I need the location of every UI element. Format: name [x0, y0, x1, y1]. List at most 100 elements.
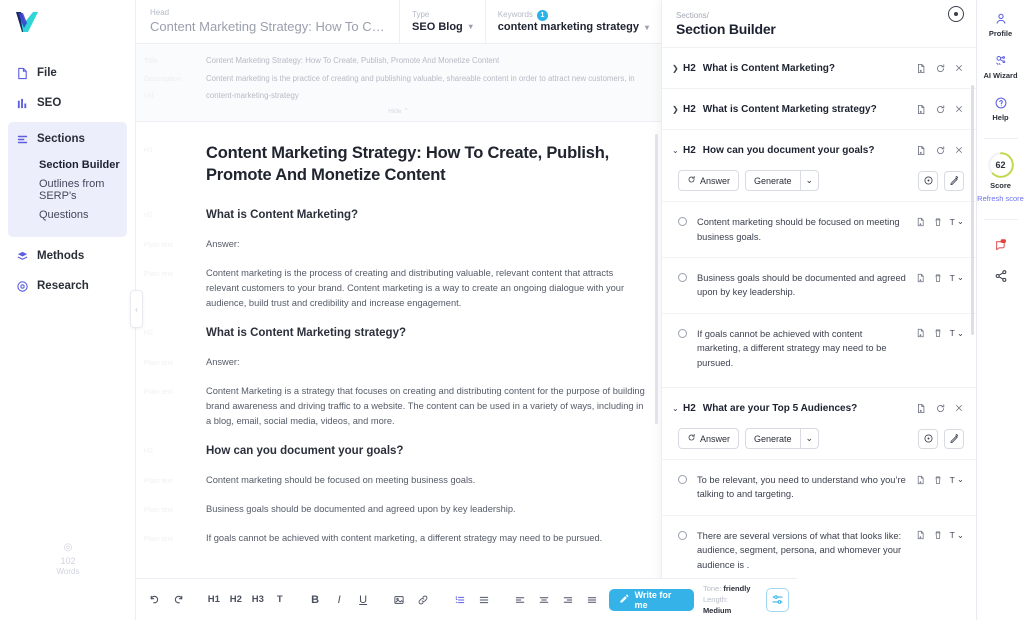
edit-pencil-icon[interactable]	[944, 428, 964, 449]
text-style-dropdown[interactable]: T ⌄	[950, 216, 964, 227]
refresh-icon[interactable]	[935, 104, 946, 115]
sidebar-item-file[interactable]: File	[0, 58, 135, 88]
answer-button[interactable]: Answer	[678, 428, 740, 450]
editor-block-p-answer-2[interactable]: Plain text Answer:	[136, 355, 661, 370]
sidebar-item-methods[interactable]: Methods	[0, 241, 135, 271]
chevron-down-icon[interactable]: ⌄	[672, 146, 683, 155]
brand-logo[interactable]	[0, 0, 135, 44]
sidebar-item-questions[interactable]: Questions	[8, 202, 127, 227]
insert-doc-icon[interactable]	[916, 273, 926, 283]
generate-dropdown-button[interactable]: ⌄	[799, 170, 820, 192]
chevron-right-icon[interactable]: ❯	[672, 105, 683, 114]
refresh-score-link[interactable]: Refresh score	[977, 194, 1024, 203]
score-widget[interactable]: 62 Score Refresh score	[977, 151, 1024, 203]
redo-icon[interactable]	[168, 589, 189, 610]
remove-icon[interactable]	[954, 145, 964, 155]
bullet-item[interactable]: Content marketing should be focused on m…	[662, 201, 976, 257]
share-button[interactable]	[977, 267, 1024, 284]
sidebar-item-section-builder[interactable]: Section Builder	[8, 152, 127, 177]
editor-block-p-2[interactable]: Plain text Content Marketing is a strate…	[136, 384, 661, 429]
sidebar-item-outlines-from-serps[interactable]: Outlines from SERP's	[8, 177, 127, 202]
editor-block-h1[interactable]: H1 Content Marketing Strategy: How To Cr…	[136, 142, 661, 187]
editor-block-p-3[interactable]: Plain text Content marketing should be f…	[136, 473, 661, 488]
delete-icon[interactable]	[933, 217, 943, 227]
ordered-list-icon[interactable]	[449, 589, 470, 610]
chevron-down-icon-keywords[interactable]: ▾	[645, 23, 649, 32]
underline-button[interactable]: U	[353, 589, 374, 610]
document-editor[interactable]: H1 Content Marketing Strategy: How To Cr…	[136, 122, 661, 561]
settings-sliders-icon[interactable]	[766, 587, 790, 612]
text-style-dropdown[interactable]: T ⌄	[950, 328, 964, 339]
insert-doc-icon[interactable]	[916, 63, 927, 74]
rail-item-profile[interactable]: Profile	[977, 10, 1024, 38]
italic-button[interactable]: I	[329, 589, 350, 610]
text-style-dropdown[interactable]: T ⌄	[950, 272, 964, 283]
chevron-down-icon[interactable]: ⌄	[672, 404, 683, 413]
delete-icon[interactable]	[933, 328, 943, 338]
notifications-button[interactable]	[977, 236, 1024, 253]
panel-scrollbar[interactable]	[971, 85, 974, 336]
editor-block-h2-2[interactable]: H2 What is Content Marketing strategy?	[136, 325, 661, 341]
heading-text-button[interactable]: T	[270, 589, 289, 610]
align-center-icon[interactable]	[534, 589, 555, 610]
head-field[interactable]: Head Content Marketing Strategy: How To …	[136, 0, 401, 44]
type-field[interactable]: Type SEO Blog ▾	[400, 0, 486, 44]
keywords-field[interactable]: Keywords 1 content marketing strategy ▾	[486, 0, 661, 44]
bullet-item[interactable]: To be relevant, you need to understand w…	[662, 459, 976, 515]
editor-block-p-answer-1[interactable]: Plain text Answer:	[136, 237, 661, 252]
refresh-icon[interactable]	[935, 63, 946, 74]
generate-button[interactable]: Generate	[745, 170, 800, 192]
editor-block-h2-3[interactable]: H2 How can you document your goals?	[136, 443, 661, 459]
rail-item-help[interactable]: Help	[977, 94, 1024, 122]
meta-row-url[interactable]: Url content-marketing-strategy	[136, 87, 661, 105]
editor-block-p-4[interactable]: Plain text Business goals should be docu…	[136, 502, 661, 517]
undo-icon[interactable]	[144, 589, 165, 610]
insert-doc-icon[interactable]	[916, 104, 927, 115]
bold-button[interactable]: B	[305, 589, 326, 610]
chevron-right-icon[interactable]: ❯	[672, 64, 683, 73]
delete-icon[interactable]	[933, 273, 943, 283]
heading-h2-button[interactable]: H2	[226, 589, 245, 610]
align-left-icon[interactable]	[510, 589, 531, 610]
generate-dropdown-button[interactable]: ⌄	[799, 428, 820, 450]
insert-doc-icon[interactable]	[916, 475, 926, 485]
generate-button[interactable]: Generate	[745, 428, 800, 450]
bullet-radio[interactable]	[678, 328, 687, 338]
heading-h1-button[interactable]: H1	[204, 589, 223, 610]
remove-icon[interactable]	[954, 63, 964, 73]
bullet-item[interactable]: Business goals should be documented and …	[662, 257, 976, 313]
insert-doc-icon[interactable]	[916, 217, 926, 227]
remove-icon[interactable]	[954, 104, 964, 114]
text-style-dropdown[interactable]: T ⌄	[950, 530, 964, 541]
bullet-item[interactable]: There are several versions of what that …	[662, 514, 976, 586]
bullet-radio[interactable]	[678, 475, 687, 485]
meta-row-description[interactable]: Description Content marketing is the pra…	[136, 70, 661, 88]
bullet-radio[interactable]	[678, 273, 687, 282]
bullet-list-icon[interactable]	[473, 589, 494, 610]
align-right-icon[interactable]	[558, 589, 579, 610]
insert-doc-icon[interactable]	[916, 145, 927, 156]
remove-icon[interactable]	[954, 403, 964, 413]
insert-doc-icon[interactable]	[916, 328, 926, 338]
insert-doc-icon[interactable]	[916, 530, 926, 540]
link-icon[interactable]	[413, 589, 434, 610]
panel-collapse-handle[interactable]: ‹	[130, 290, 143, 328]
editor-block-h2-1[interactable]: H2 What is Content Marketing?	[136, 207, 661, 223]
add-circle-icon[interactable]	[918, 428, 938, 449]
refresh-icon[interactable]	[935, 403, 946, 414]
rail-item-ai-wizard[interactable]: AI Wizard	[977, 52, 1024, 80]
delete-icon[interactable]	[933, 530, 943, 540]
close-icon[interactable]	[948, 6, 964, 22]
editor-block-p-5[interactable]: Plain text If goals cannot be achieved w…	[136, 531, 661, 546]
insert-doc-icon[interactable]	[916, 403, 927, 414]
editor-block-p-1[interactable]: Plain text Content marketing is the proc…	[136, 266, 661, 311]
meta-row-title[interactable]: Title Content Marketing Strategy: How To…	[136, 52, 661, 70]
section-header[interactable]: ❯ H2 What is Content Marketing strategy?	[662, 89, 976, 129]
meta-hide-toggle[interactable]: Hide ⌃	[136, 105, 661, 119]
image-icon[interactable]	[389, 589, 410, 610]
text-style-dropdown[interactable]: T ⌄	[950, 474, 964, 485]
delete-icon[interactable]	[933, 475, 943, 485]
chevron-down-icon-type[interactable]: ▾	[469, 22, 473, 31]
align-justify-icon[interactable]	[582, 589, 603, 610]
bullet-radio[interactable]	[678, 217, 687, 227]
